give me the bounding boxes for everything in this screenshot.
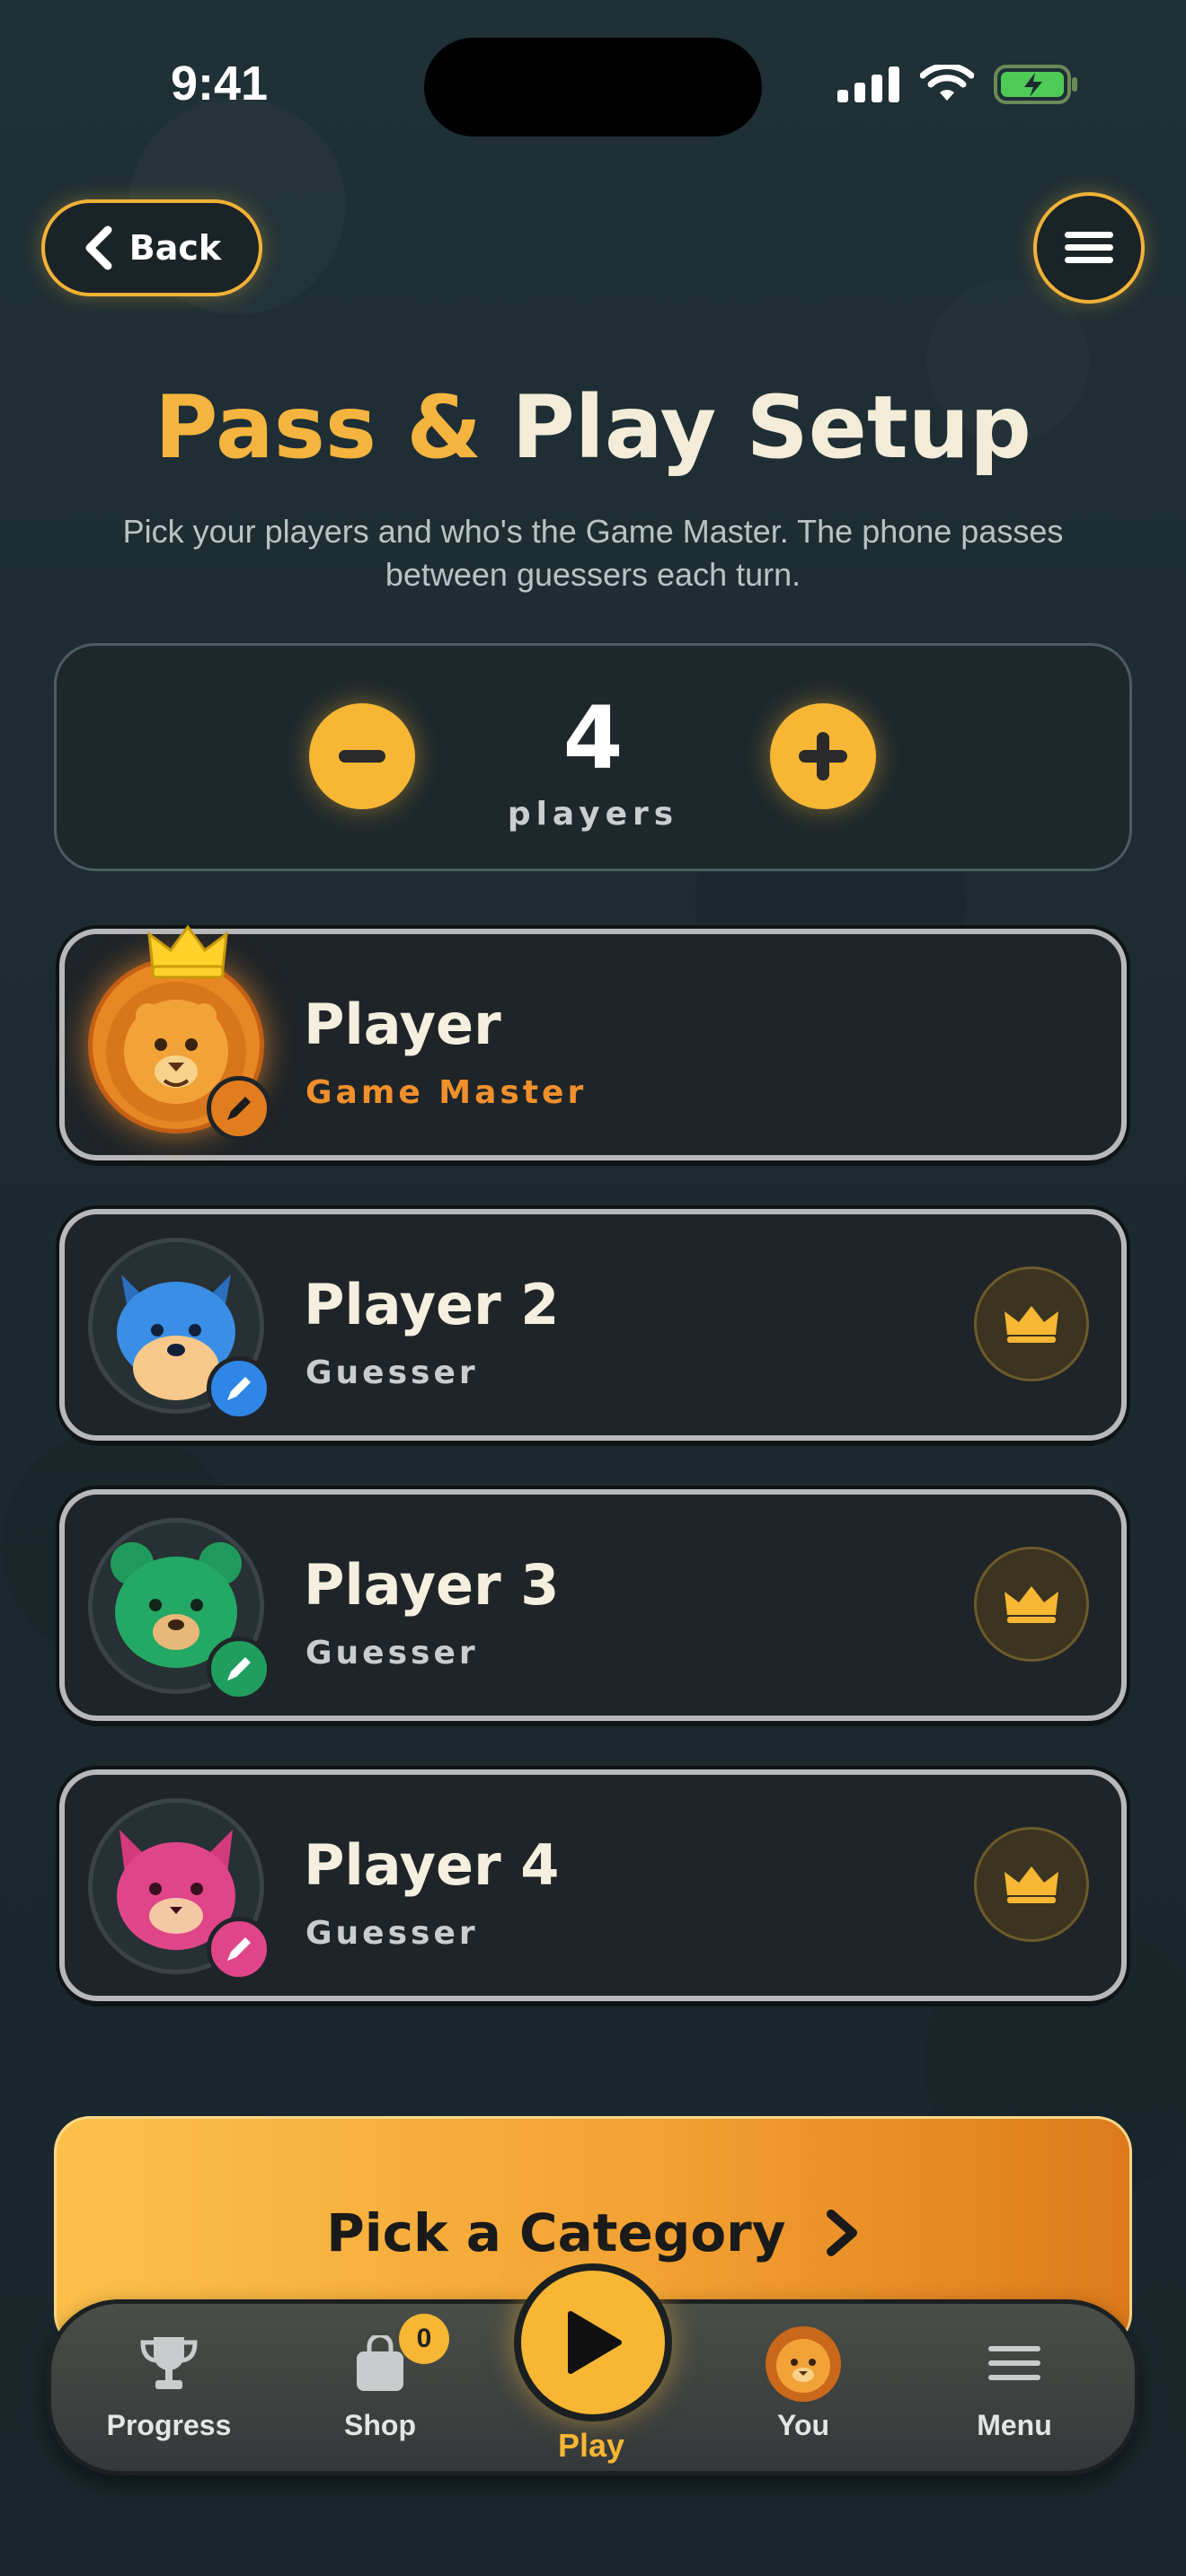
edit-avatar-button[interactable] <box>207 1636 271 1701</box>
title-part-1: Pass & <box>155 377 512 478</box>
tab-label: Progress <box>106 2409 232 2441</box>
player-role: Game Master <box>305 1074 588 1111</box>
page-title: Pass & Play Setup <box>0 377 1186 478</box>
pencil-icon <box>227 1937 251 1961</box>
chevron-right-icon <box>826 2210 857 2256</box>
tab-menu[interactable]: Menu <box>934 2335 1095 2442</box>
player-role: Guesser <box>305 1635 479 1672</box>
trophy-icon <box>140 2337 198 2389</box>
back-label: Back <box>128 228 222 268</box>
player-card-1[interactable]: Player Game Master <box>59 924 1127 1160</box>
pencil-icon <box>227 1097 251 1120</box>
player-role: Guesser <box>305 1915 479 1952</box>
tab-label: You <box>776 2409 830 2441</box>
tab-you[interactable]: You <box>722 2326 884 2442</box>
chevron-left-icon <box>85 225 112 270</box>
player-count-value: 4 <box>562 688 624 789</box>
lion-avatar-icon <box>766 2326 841 2402</box>
cta-text: Pick a Category <box>326 2202 786 2263</box>
crown-icon <box>1005 1586 1058 1623</box>
player-name[interactable]: Player 2 <box>304 1272 559 1337</box>
menu-button[interactable] <box>1033 192 1145 304</box>
edit-avatar-button[interactable] <box>207 1076 271 1141</box>
make-game-master-button[interactable] <box>974 1266 1089 1381</box>
crown-icon <box>147 924 228 979</box>
tab-label: Menu <box>977 2409 1052 2441</box>
player-count-label: players <box>507 796 679 833</box>
cart-count-badge: 0 <box>399 2314 449 2364</box>
hamburger-icon <box>988 2346 1040 2380</box>
increment-players-button[interactable] <box>770 703 876 809</box>
hamburger-icon <box>1065 232 1113 263</box>
page-subtitle: Pick your players and who's the Game Mas… <box>122 513 1064 593</box>
player-card-3[interactable]: Player 3 Guesser <box>59 1489 1127 1721</box>
tab-play[interactable]: Play <box>510 2427 672 2465</box>
pencil-icon <box>227 1657 251 1681</box>
player-name[interactable]: Player 4 <box>304 1832 559 1898</box>
back-button[interactable]: Back <box>41 199 262 296</box>
pencil-icon <box>227 1377 251 1400</box>
tab-label: Play <box>557 2427 625 2464</box>
edit-avatar-button[interactable] <box>207 1356 271 1421</box>
pick-category-label: Pick a Category <box>54 2202 1132 2263</box>
player-role: Guesser <box>305 1354 479 1391</box>
minus-icon <box>339 750 385 763</box>
decrement-players-button[interactable] <box>309 703 415 809</box>
signal-icon <box>837 66 899 102</box>
plus-icon <box>799 732 847 781</box>
dynamic-island <box>424 38 762 137</box>
make-game-master-button[interactable] <box>974 1827 1089 1942</box>
edit-avatar-button[interactable] <box>207 1917 271 1981</box>
wifi-icon <box>920 65 974 101</box>
player-card-2[interactable]: Player 2 Guesser <box>59 1209 1127 1441</box>
make-game-master-button[interactable] <box>974 1547 1089 1662</box>
tab-progress[interactable]: Progress <box>88 2335 250 2442</box>
crown-icon <box>1005 1866 1058 1903</box>
play-button[interactable] <box>514 2263 672 2422</box>
tab-label: Shop <box>344 2409 416 2441</box>
title-part-2: Play Setup <box>511 377 1031 478</box>
player-name[interactable]: Player 3 <box>304 1552 559 1618</box>
play-icon <box>568 2311 622 2374</box>
player-name[interactable]: Player <box>304 992 501 1057</box>
crown-icon <box>1005 1306 1058 1343</box>
battery-icon <box>994 65 1077 104</box>
status-time: 9:41 <box>171 57 269 110</box>
player-card-4[interactable]: Player 4 Guesser <box>59 1769 1127 2001</box>
status-icons <box>837 65 1078 104</box>
